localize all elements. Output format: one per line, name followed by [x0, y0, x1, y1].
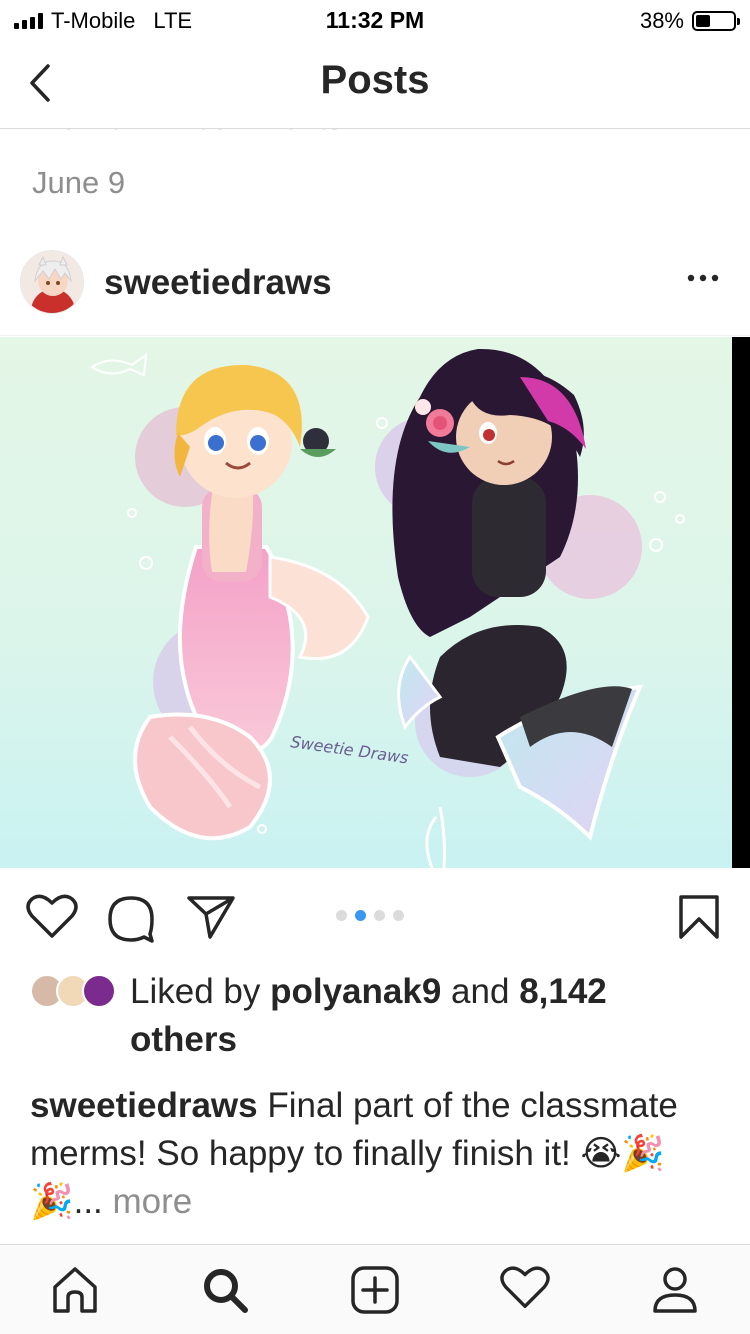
next-image-edge	[732, 337, 750, 868]
avatar[interactable]	[20, 250, 84, 314]
post-actions	[0, 868, 750, 964]
home-icon	[53, 1267, 97, 1313]
caption-more-link[interactable]: more	[113, 1182, 193, 1221]
search-icon	[204, 1269, 248, 1313]
caption-username[interactable]: sweetiedraws	[30, 1086, 258, 1125]
post-image[interactable]: Sweetie Draws	[0, 337, 750, 868]
like-button[interactable]	[26, 894, 78, 945]
status-time: 11:32 PM	[325, 7, 425, 33]
post-caption: sweetiedraws Final part of the classmate…	[30, 1082, 720, 1226]
likes-count[interactable]: 8,142	[519, 972, 607, 1011]
likes-suffix[interactable]: others	[130, 1020, 237, 1059]
comment-bubble-icon	[108, 896, 154, 943]
likes-section: Liked by polyanak9 and 8,142 others	[30, 968, 720, 1064]
heart-icon	[500, 1266, 550, 1308]
carousel-dot	[355, 910, 366, 921]
tab-profile[interactable]	[650, 1265, 700, 1315]
page-title: Posts	[320, 58, 430, 102]
caption-ellipsis: ...	[73, 1182, 103, 1221]
liker-username[interactable]: polyanak9	[270, 972, 441, 1011]
heart-icon	[26, 894, 78, 938]
tab-new-post[interactable]	[350, 1265, 400, 1315]
post-header: sweetiedraws	[0, 238, 750, 336]
save-button[interactable]	[678, 894, 720, 945]
battery-percent: 38%	[639, 8, 684, 33]
likes-connector: and	[451, 972, 510, 1011]
liker-avatars[interactable]	[30, 974, 120, 1010]
post-username[interactable]: sweetiedraws	[104, 263, 332, 303]
battery-fill	[696, 15, 710, 27]
person-icon	[653, 1267, 697, 1313]
ellipsis-icon	[687, 274, 719, 282]
carousel-dot	[336, 910, 347, 921]
avatar-illustration	[21, 251, 83, 313]
battery-icon	[692, 11, 740, 31]
plus-square-icon	[351, 1266, 399, 1314]
mermaid-illustration: Sweetie Draws	[0, 337, 750, 868]
carousel-dot	[393, 910, 404, 921]
status-right: 38%	[639, 8, 740, 34]
paper-plane-icon	[187, 896, 235, 939]
bookmark-icon	[679, 895, 719, 939]
tab-home[interactable]	[50, 1265, 100, 1315]
nav-header: Posts	[0, 40, 750, 129]
tab-bar	[0, 1244, 750, 1334]
more-options-button[interactable]	[686, 268, 720, 288]
carousel-indicator	[336, 910, 404, 921]
likes-text[interactable]: Liked by polyanak9 and 8,142 others	[130, 968, 720, 1064]
tab-search[interactable]	[200, 1265, 250, 1315]
liker-avatar	[82, 974, 116, 1008]
comment-button[interactable]	[106, 894, 156, 949]
tab-activity[interactable]	[500, 1265, 550, 1315]
status-bar: T-Mobile LTE 11:32 PM 38%	[0, 0, 750, 40]
carousel-dot	[374, 910, 385, 921]
share-button[interactable]	[186, 894, 236, 945]
post-date: June 9	[32, 165, 126, 200]
likes-prefix: Liked by	[130, 972, 261, 1011]
